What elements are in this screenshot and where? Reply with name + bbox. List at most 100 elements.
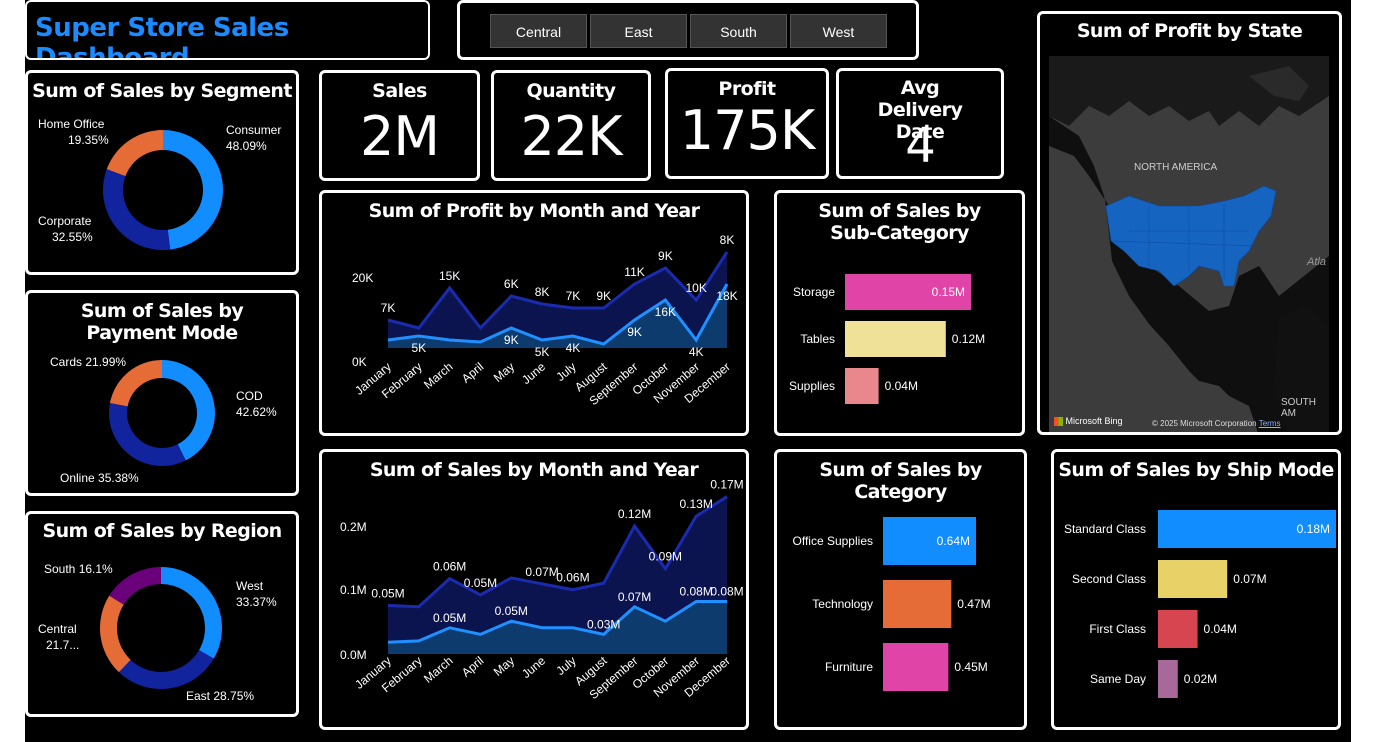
- bar-category-label-office-supplies: Office Supplies: [793, 534, 874, 548]
- dashboard-canvas: Super Store Sales Dashboard Central East…: [25, 0, 1351, 742]
- region-slicer: Central East South West: [457, 0, 919, 60]
- donut-label-online: Online 35.38%: [60, 471, 139, 485]
- slicer-button-central[interactable]: Central: [490, 14, 587, 48]
- bar-value-label-technology: 0.47M: [957, 597, 990, 611]
- kpi-profit-value: 175K: [679, 99, 815, 162]
- upper-data-label: 0.05M: [464, 576, 497, 590]
- kpi-quantity-card: Quantity 22K: [491, 70, 651, 181]
- map-copyright-text: © 2025 Microsoft Corporation: [1152, 419, 1257, 428]
- profit-by-state-map[interactable]: NORTH AMERICA Atla SOUTH AM Microsoft Bi…: [1049, 56, 1329, 432]
- bing-logo: Microsoft Bing: [1054, 416, 1123, 427]
- kpi-sales-label: Sales: [372, 80, 427, 102]
- upper-data-label: 6K: [504, 277, 519, 291]
- lower-data-label: 5K: [535, 345, 550, 359]
- bar-category-label-furniture: Furniture: [825, 660, 873, 674]
- lower-data-label: 5K: [411, 341, 426, 355]
- lower-data-label: 9K: [504, 333, 519, 347]
- donut-pct-central: 21.7...: [46, 638, 79, 652]
- donut-label-corporate: Corporate: [38, 214, 92, 228]
- y-axis-tick: 20K: [352, 271, 373, 285]
- bar-same-day: [1158, 660, 1178, 698]
- y-axis-tick: 0.1M: [340, 583, 367, 597]
- bar-value-label-storage: 0.15M: [932, 285, 965, 299]
- payment-donut-chart[interactable]: COD 42.62% Online 35.38% Cards 21.99%: [28, 293, 298, 493]
- upper-data-label: 9K: [596, 289, 611, 303]
- lower-data-label: 0.08M: [710, 585, 743, 599]
- donut-label-consumer: Consumer: [226, 123, 281, 137]
- bar-tables: [845, 321, 946, 357]
- bar-category-label-standard-class: Standard Class: [1064, 522, 1146, 536]
- region-donut-chart[interactable]: West 33.37% East 28.75% Central 21.7... South…: [28, 514, 298, 714]
- payment-donut-card: Sum of Sales by Payment Mode COD 42.62% On…: [25, 290, 299, 496]
- segment-donut-chart[interactable]: Consumer 48.09% Corporate 32.55% Home Office…: [28, 73, 298, 273]
- bar-category-label-same-day: Same Day: [1090, 672, 1146, 686]
- donut-label-central: Central: [38, 622, 77, 636]
- kpi-delivery-card: Avg Delivery Date 4: [836, 68, 1004, 179]
- donut-label-home-office: Home Office: [38, 117, 105, 131]
- slicer-button-west[interactable]: West: [790, 14, 887, 48]
- map-terms-link[interactable]: Terms: [1259, 419, 1281, 428]
- x-axis-month-label: June: [519, 359, 548, 387]
- kpi-profit-card: Profit 175K: [665, 68, 829, 179]
- bar-value-label-standard-class: 0.18M: [1297, 522, 1330, 536]
- dashboard-title-card: Super Store Sales Dashboard: [25, 0, 430, 60]
- kpi-delivery-value: 4: [905, 118, 936, 174]
- donut-label-south: South 16.1%: [44, 562, 113, 576]
- donut-slice-south: [109, 567, 161, 605]
- y-axis-tick: 0.2M: [340, 520, 367, 534]
- lower-data-label: 0.05M: [433, 611, 466, 625]
- bar-value-label-first-class: 0.04M: [1204, 622, 1237, 636]
- x-axis-month-label: April: [459, 654, 486, 680]
- bar-second-class: [1158, 560, 1228, 598]
- shipmode-bar-chart[interactable]: Standard Class 0.18M Second Class 0.07M Firs…: [1054, 452, 1338, 727]
- donut-pct-corporate: 32.55%: [52, 230, 93, 244]
- x-axis-month-label: June: [519, 653, 548, 681]
- bing-label: Microsoft Bing: [1065, 416, 1123, 426]
- bar-category-label-second-class: Second Class: [1072, 572, 1146, 586]
- map-ocean-label: Atla: [1307, 256, 1326, 268]
- x-axis-month-label: April: [459, 360, 486, 386]
- page-title: Super Store Sales Dashboard: [35, 13, 289, 60]
- bar-value-label-same-day: 0.02M: [1184, 672, 1217, 686]
- donut-pct-consumer: 48.09%: [226, 139, 267, 153]
- bar-category-label-tables: Tables: [800, 332, 835, 346]
- bar-value-label-office-supplies: 0.64M: [937, 534, 970, 548]
- lower-data-label: 4K: [566, 341, 581, 355]
- donut-label-cod: COD: [236, 389, 263, 403]
- bar-furniture: [883, 643, 949, 691]
- x-axis-month-label: March: [421, 360, 456, 392]
- lower-data-label: 9K: [627, 325, 642, 339]
- upper-data-label: 0.12M: [618, 507, 651, 521]
- kpi-quantity-value: 22K: [520, 105, 622, 168]
- donut-pct-cod: 42.62%: [236, 405, 277, 419]
- lower-data-label: 0.03M: [587, 617, 620, 631]
- bing-icon: [1054, 417, 1063, 427]
- donut-slice-cod: [162, 360, 216, 461]
- upper-data-label: 7K: [381, 301, 396, 315]
- donut-slice-corporate: [103, 169, 171, 250]
- bar-first-class: [1158, 610, 1198, 648]
- upper-data-label: 0.13M: [680, 497, 713, 511]
- category-bar-chart[interactable]: Office Supplies 0.64M Technology 0.47M Furni…: [777, 452, 1024, 727]
- lower-data-label: 18K: [716, 289, 737, 303]
- sales-month-area-chart[interactable]: 0.2M0.1M0.0MJanuaryFebruaryMarch April May…: [322, 452, 746, 727]
- bar-value-label-supplies: 0.04M: [885, 379, 918, 393]
- donut-label-cards: Cards 21.99%: [50, 355, 126, 369]
- donut-slice-west: [161, 567, 222, 659]
- upper-data-label: 15K: [439, 269, 460, 283]
- donut-slice-home-office: [106, 130, 163, 177]
- profit-month-area-chart[interactable]: 20K0KJanuaryFebruaryMarch April May June Jul…: [322, 193, 746, 433]
- shipmode-bar-card: Sum of Sales by Ship Mode Standard Class…: [1051, 449, 1341, 730]
- kpi-profit-label: Profit: [718, 78, 776, 100]
- donut-slice-east: [118, 650, 214, 689]
- segment-donut-card: Sum of Sales by Segment Consumer 48.09% Co…: [25, 70, 299, 275]
- donut-slice-consumer: [163, 130, 223, 250]
- slicer-button-south[interactable]: South: [690, 14, 787, 48]
- kpi-sales-value: 2M: [360, 105, 440, 168]
- sales-month-card: Sum of Sales by Month and Year 0.2M 0.1M 0…: [319, 449, 749, 730]
- lower-data-label: 0.05M: [495, 604, 528, 618]
- slicer-button-east[interactable]: East: [590, 14, 687, 48]
- bar-value-label-second-class: 0.07M: [1233, 572, 1266, 586]
- subcategory-bar-chart[interactable]: Storage 0.15M Tables 0.12M Supplies 0.04M: [777, 193, 1022, 433]
- subcategory-bar-card: Sum of Sales by Sub-Category Storage 0.15…: [774, 190, 1025, 436]
